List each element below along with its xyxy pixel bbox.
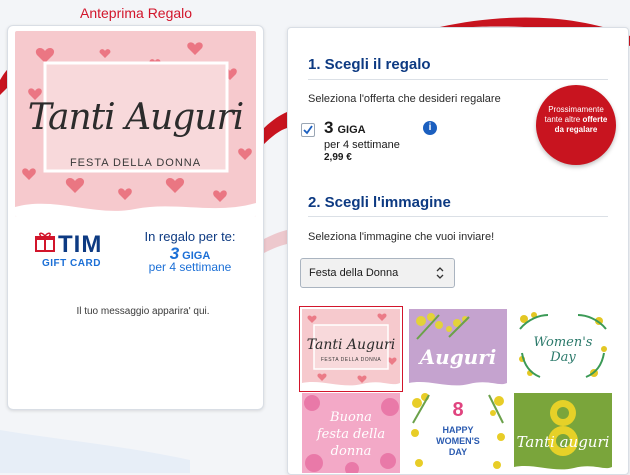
thumbnail-auguri[interactable]: Auguri	[409, 309, 507, 389]
gift-options-panel: 1. Scegli il regalo Seleziona l'offerta …	[287, 27, 629, 475]
step1-title: 1. Scegli il regalo	[308, 56, 431, 73]
tim-logo: TIM	[58, 231, 103, 258]
info-icon[interactable]: i	[423, 121, 437, 135]
thumb-label: Women's Day	[533, 335, 593, 365]
select-value: Festa della Donna	[309, 267, 399, 279]
badge-line3: da regalare	[554, 125, 598, 134]
card-script-title: Tanti Auguri	[27, 97, 244, 138]
offer-giga[interactable]: 3 GIGA	[324, 118, 366, 138]
step2-hint: Seleziona l'immagine che vuoi inviare!	[308, 231, 495, 243]
thumbnail-womens-day[interactable]: Women's Day	[514, 309, 612, 389]
offer-checkbox[interactable]	[301, 123, 315, 137]
checkmark-icon	[303, 125, 313, 135]
offer-price: 2,99 €	[324, 152, 352, 163]
offer-weeks: per 4 settimane	[324, 139, 400, 151]
badge-line1: Prossimamente	[548, 105, 604, 114]
coming-soon-badge: Prossimamente tante altre offerte da reg…	[536, 85, 616, 165]
thumb-label: Auguri	[419, 345, 497, 369]
thumbnail-happy-womens-day[interactable]: 8 HAPPY WOMEN'S DAY	[409, 393, 507, 473]
step1-divider	[308, 79, 608, 80]
step2-title: 2. Scegli l'immagine	[308, 194, 451, 211]
badge-line2-prefix: tante altre	[544, 115, 581, 124]
thumb-sub: FESTA DELLA DONNA	[320, 357, 382, 363]
regalo-label: In regalo per te:	[144, 229, 236, 244]
thumb-label: Tanti auguri	[516, 433, 610, 451]
thumb-label: Tanti Auguri	[306, 337, 396, 353]
thumb-sub: HAPPY WOMEN'S DAY	[436, 425, 480, 457]
gift-card-preview: Tanti Auguri FESTA DELLA DONNA TIM GIFT …	[7, 25, 264, 410]
thumbnail-tanti-auguri[interactable]: Tanti Auguri FESTA DELLA DONNA	[299, 306, 403, 392]
offer-giga-value: 3	[324, 118, 334, 137]
card-image: Tanti Auguri FESTA DELLA DONNA	[15, 31, 256, 217]
gift-card-label: GIFT CARD	[42, 258, 101, 269]
image-category-select[interactable]: Festa della Donna	[300, 258, 455, 288]
preview-weeks: per 4 settimane	[148, 260, 232, 274]
step1-hint: Seleziona l'offerta che desideri regalar…	[308, 93, 501, 105]
thumbnail-tanti-auguri-green[interactable]: Tanti auguri	[514, 393, 612, 473]
thumbnail-buona-festa[interactable]: Buona festa della donna	[302, 393, 400, 473]
badge-line2-bold: offerte	[582, 115, 608, 124]
thumb-label: 8	[452, 399, 464, 421]
preview-title: Anteprima Regalo	[80, 5, 193, 21]
step2-divider	[308, 216, 608, 217]
card-subtitle: FESTA DELLA DONNA	[69, 157, 202, 169]
select-arrows-icon	[436, 267, 444, 279]
gift-icon	[35, 232, 55, 252]
thumb-label: Buona festa della donna	[316, 410, 386, 459]
badge-line2: tante altre offerte	[536, 115, 616, 125]
message-placeholder: Il tuo messaggio apparira' qui.	[76, 306, 210, 317]
offer-giga-unit: GIGA	[337, 124, 366, 136]
